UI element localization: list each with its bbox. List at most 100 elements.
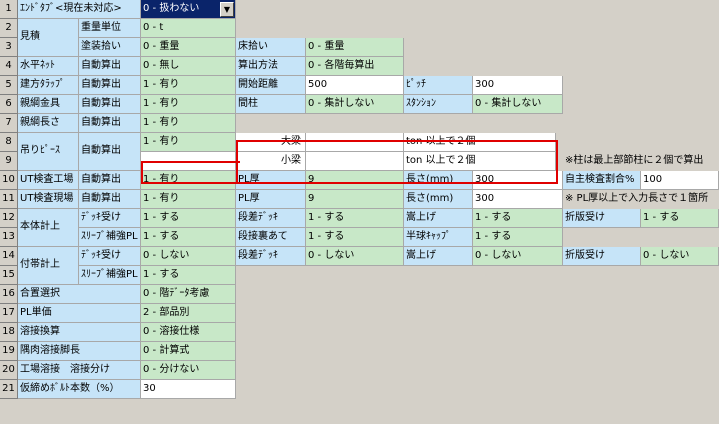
row-number: 17: [0, 304, 18, 323]
main-beam-threshold: ton 以上で２個: [404, 133, 556, 152]
main-beam-label: 大梁: [236, 133, 306, 152]
row-number: 13: [0, 228, 18, 247]
self-inspection-input[interactable]: 100: [641, 171, 719, 190]
step-deck-value[interactable]: 0 - しない: [306, 247, 404, 266]
row-number: 21: [0, 380, 18, 399]
horizontal-net-value[interactable]: 0 - 無し: [141, 57, 236, 76]
ut-factory-value[interactable]: 1 - 有り: [141, 171, 236, 190]
step-deck-value[interactable]: 1 - する: [306, 209, 404, 228]
raise-value[interactable]: 1 - する: [473, 209, 563, 228]
temp-bolt-input[interactable]: 30: [141, 380, 236, 399]
ut-site-value[interactable]: 1 - 有り: [141, 190, 236, 209]
raise-value[interactable]: 0 - しない: [473, 247, 563, 266]
step-deck-label: 段差ﾃﾞｯｷ: [236, 247, 306, 266]
factory-weld-split-label: 工場溶接 溶接分け: [18, 361, 141, 380]
main-beam-input[interactable]: [306, 133, 404, 152]
sleeve-pl-label: ｽﾘｰﾌﾞ補強PL: [79, 266, 141, 285]
assembly-select-value[interactable]: 0 - 階ﾃﾞｰﾀ考慮: [141, 285, 236, 304]
temp-bolt-label: 仮締めﾎﾞﾙﾄ本数（%）: [18, 380, 141, 399]
paint-pickup-label: 塗装拾い: [79, 38, 141, 57]
factory-weld-split-value[interactable]: 0 - 分けない: [141, 361, 236, 380]
pitch-input[interactable]: 300: [473, 76, 563, 95]
ut-site-label: UT検査現場: [18, 190, 79, 209]
deck-support-value[interactable]: 1 - する: [141, 209, 236, 228]
lifeline-length-value[interactable]: 1 - 有り: [141, 114, 236, 133]
fillet-leg-label: 隅肉溶接脚長: [18, 342, 141, 361]
deck-support-label: ﾃﾞｯｷ受け: [79, 247, 141, 266]
step-deck-label: 段差ﾃﾞｯｷ: [236, 209, 306, 228]
lifting-piece-value[interactable]: 1 - 有り: [141, 133, 236, 152]
hemisphere-cap-value[interactable]: 1 - する: [473, 228, 563, 247]
ut-factory-label: UT検査工場: [18, 171, 79, 190]
pl-note: ※ PL厚以上で入力長さで１箇所: [565, 193, 709, 204]
row-number: 18: [0, 323, 18, 342]
folded-plate-value[interactable]: 0 - しない: [641, 247, 719, 266]
start-distance-input[interactable]: 500: [306, 76, 404, 95]
length-input[interactable]: 300: [473, 171, 563, 190]
raise-label: 嵩上げ: [404, 247, 473, 266]
weight-unit-label: 重量単位: [79, 19, 141, 38]
length-label: 長さ(mm): [404, 190, 473, 209]
weld-conversion-value[interactable]: 0 - 溶接仕様: [141, 323, 236, 342]
row-number: 1: [0, 0, 18, 19]
floor-pickup-value[interactable]: 0 - 重量: [306, 38, 404, 57]
backing-value[interactable]: 1 - する: [306, 228, 404, 247]
stud-label: 間柱: [236, 95, 306, 114]
row-number: 16: [0, 285, 18, 304]
weld-conversion-label: 溶接換算: [18, 323, 141, 342]
stanchion-value[interactable]: 0 - 集計しない: [473, 95, 563, 114]
calc-method-label: 算出方法: [236, 57, 306, 76]
chevron-down-icon[interactable]: ▼: [220, 2, 234, 17]
row-number: 20: [0, 361, 18, 380]
endtab-label: ｴﾝﾄﾞﾀﾌﾞ<現在未対応>: [18, 0, 141, 19]
paint-pickup-value[interactable]: 0 - 重量: [141, 38, 236, 57]
pl-unit-price-value[interactable]: 2 - 部品別: [141, 304, 236, 323]
small-beam-input[interactable]: [306, 152, 404, 171]
row-number: 19: [0, 342, 18, 361]
pl-thickness-value[interactable]: 9: [306, 171, 404, 190]
lifeline-bracket-label: 親綱金具: [18, 95, 79, 114]
lifting-piece-label: 吊りﾋﾟｰｽ: [18, 133, 79, 171]
auto-calc-label: 自動算出: [79, 171, 141, 190]
lifeline-length-label: 親綱長さ: [18, 114, 79, 133]
sleeve-pl-value[interactable]: 1 - する: [141, 228, 236, 247]
row-number: 8: [0, 133, 18, 152]
floor-pickup-label: 床拾い: [236, 38, 306, 57]
row-number: 10: [0, 171, 18, 190]
calc-method-value[interactable]: 0 - 各階毎算出: [306, 57, 404, 76]
deck-support-label: ﾃﾞｯｷ受け: [79, 209, 141, 228]
folded-plate-label: 折版受け: [563, 209, 641, 228]
small-beam-label: 小梁: [236, 152, 306, 171]
estimate-group-label: 見積: [18, 19, 79, 57]
auto-calc-label: 自動算出: [79, 76, 141, 95]
sleeve-pl-value[interactable]: 1 - する: [141, 266, 236, 285]
row-number: 2: [0, 19, 18, 38]
column-note: ※柱は最上部節柱に２個で算出: [565, 155, 704, 166]
stanchion-label: ｽﾀﾝｼｮﾝ: [404, 95, 473, 114]
fillet-leg-value[interactable]: 0 - 計算式: [141, 342, 236, 361]
row-number: 7: [0, 114, 18, 133]
extra-count-group-label: 付帯計上: [18, 247, 79, 285]
hemisphere-cap-label: 半球ｷｬｯﾌﾟ: [404, 228, 473, 247]
sleeve-pl-label: ｽﾘｰﾌﾞ補強PL: [79, 228, 141, 247]
erection-ladder-value[interactable]: 1 - 有り: [141, 76, 236, 95]
lifeline-bracket-value[interactable]: 1 - 有り: [141, 95, 236, 114]
length-input[interactable]: 300: [473, 190, 563, 209]
backing-label: 段接裏あて: [236, 228, 306, 247]
row-number: 6: [0, 95, 18, 114]
weight-unit-value[interactable]: 0 - t: [141, 19, 236, 38]
pitch-label: ﾋﾟｯﾁ: [404, 76, 473, 95]
horizontal-net-label: 水平ﾈｯﾄ: [18, 57, 79, 76]
settings-sheet: 1 2 3 4 5 6 7 8 9 10 11 12 13 14 15 16 1…: [0, 0, 719, 424]
row-number: 15: [0, 266, 18, 285]
blank-cell[interactable]: [141, 152, 236, 171]
row-number: 3: [0, 38, 18, 57]
auto-calc-label: 自動算出: [79, 114, 141, 133]
auto-calc-label: 自動算出: [79, 190, 141, 209]
stud-value[interactable]: 0 - 集計しない: [306, 95, 404, 114]
pl-thickness-value[interactable]: 9: [306, 190, 404, 209]
row-number: 5: [0, 76, 18, 95]
row-number: 9: [0, 152, 18, 171]
folded-plate-value[interactable]: 1 - する: [641, 209, 719, 228]
deck-support-value[interactable]: 0 - しない: [141, 247, 236, 266]
